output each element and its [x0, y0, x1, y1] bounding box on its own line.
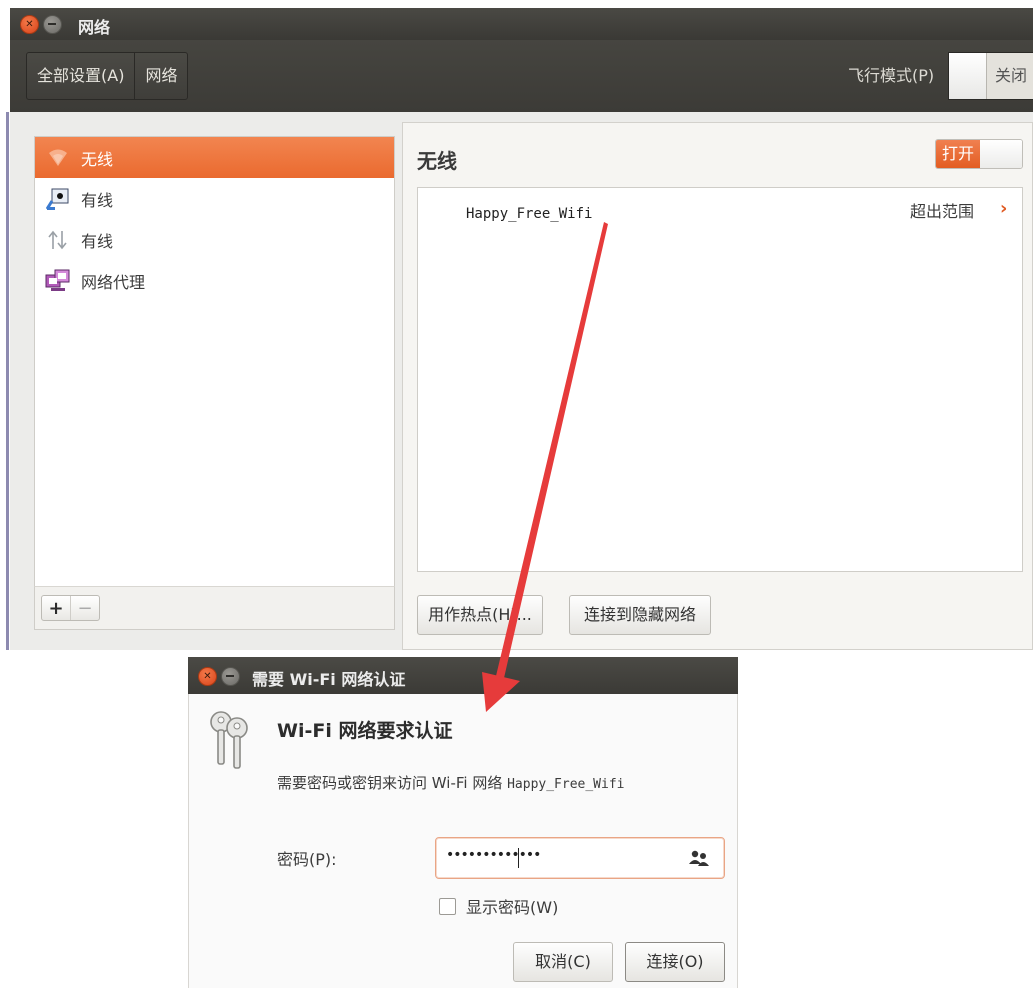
breadcrumb: 全部设置(A) 网络	[26, 52, 189, 100]
wired-network-icon	[45, 187, 71, 211]
wifi-icon	[45, 146, 71, 170]
sidebar-item-wired-2[interactable]: 有线	[35, 219, 394, 260]
minimize-window-button[interactable]	[43, 15, 62, 34]
network-settings-window: 网络 全部设置(A) 网络 飞行模式(P) 关闭 无线 有线	[10, 8, 1033, 650]
password-value: •••••••••••••	[446, 847, 541, 863]
description-text: 需要密码或密钥来访问 Wi-Fi 网络	[277, 774, 508, 792]
breadcrumb-network[interactable]: 网络	[134, 53, 187, 99]
header-toolbar: 全部设置(A) 网络 飞行模式(P) 关闭	[10, 40, 1033, 112]
dialog-body: Wi-Fi 网络要求认证 需要密码或密钥来访问 Wi-Fi 网络 Happy_F…	[188, 694, 738, 988]
sidebar-item-label: 有线	[81, 190, 114, 210]
network-status: 超出范围	[910, 202, 975, 221]
wireless-detail-pane: 无线 打开 Happy_Free_Wifi 超出范围 › 用作热点(H)... …	[402, 122, 1033, 650]
proxy-icon	[45, 269, 71, 293]
checkbox-box[interactable]	[439, 897, 456, 915]
close-dialog-button[interactable]	[198, 667, 217, 686]
sidebar-item-wireless[interactable]: 无线	[35, 137, 394, 178]
sidebar-item-proxy[interactable]: 网络代理	[35, 260, 394, 301]
sidebar-item-wired[interactable]: 有线	[35, 178, 394, 219]
remove-connection-button[interactable]: −	[70, 596, 99, 620]
window-edge	[6, 112, 9, 650]
dialog-title: 需要 Wi-Fi 网络认证	[252, 670, 406, 689]
wifi-toggle-switch[interactable]: 打开	[935, 139, 1023, 169]
add-remove-group: + −	[41, 595, 100, 621]
network-ssid: Happy_Free_Wifi	[466, 206, 593, 222]
use-as-hotspot-button[interactable]: 用作热点(H)...	[417, 595, 543, 635]
wifi-auth-dialog: 需要 Wi-Fi 网络认证 Wi-Fi 网络要求认证 需要密码或密钥来访问 Wi…	[188, 657, 738, 988]
pane-title: 无线	[417, 149, 457, 173]
sidebar-item-label: 有线	[81, 231, 114, 251]
window-titlebar: 网络	[10, 8, 1033, 40]
dialog-heading: Wi-Fi 网络要求认证	[277, 720, 453, 742]
wifi-switch-state: 打开	[936, 140, 980, 168]
description-ssid: Happy_Free_Wifi	[507, 777, 625, 792]
chevron-right-icon[interactable]: ›	[1000, 198, 1007, 219]
wifi-network-list: Happy_Free_Wifi 超出范围 ›	[417, 187, 1023, 572]
add-connection-button[interactable]: +	[42, 596, 70, 620]
sidebar-item-label: 无线	[81, 149, 114, 169]
users-icon[interactable]	[688, 848, 710, 868]
show-password-checkbox[interactable]: 显示密码(W)	[439, 894, 558, 918]
close-window-button[interactable]	[20, 15, 39, 34]
network-transfer-icon	[45, 228, 71, 252]
text-caret	[518, 848, 519, 868]
keys-icon	[205, 708, 253, 772]
connection-list-toolbar: + −	[34, 586, 395, 630]
airplane-mode-label: 飞行模式(P)	[848, 66, 935, 85]
password-label: 密码(P):	[277, 850, 337, 869]
connect-button[interactable]: 连接(O)	[625, 942, 725, 982]
sidebar-item-label: 网络代理	[81, 272, 146, 292]
network-row[interactable]: Happy_Free_Wifi 超出范围 ›	[418, 188, 1022, 232]
airplane-mode-state: 关闭	[995, 66, 1028, 85]
connect-hidden-network-button[interactable]: 连接到隐藏网络	[569, 595, 711, 635]
minimize-dialog-button[interactable]	[221, 667, 240, 686]
dialog-description: 需要密码或密钥来访问 Wi-Fi 网络 Happy_Free_Wifi	[277, 772, 625, 793]
switch-knob	[980, 140, 1022, 168]
dialog-titlebar: 需要 Wi-Fi 网络认证	[188, 657, 738, 694]
cancel-button[interactable]: 取消(C)	[513, 942, 613, 982]
all-settings-button[interactable]: 全部设置(A)	[27, 53, 134, 99]
airplane-mode-switch[interactable]: 关闭	[948, 52, 1033, 100]
password-input[interactable]: •••••••••••••	[435, 837, 725, 879]
window-title: 网络	[78, 18, 111, 37]
switch-knob	[949, 53, 987, 99]
connection-list: 无线 有线 有线 网络代理	[34, 136, 395, 628]
show-password-label: 显示密码(W)	[466, 898, 559, 917]
